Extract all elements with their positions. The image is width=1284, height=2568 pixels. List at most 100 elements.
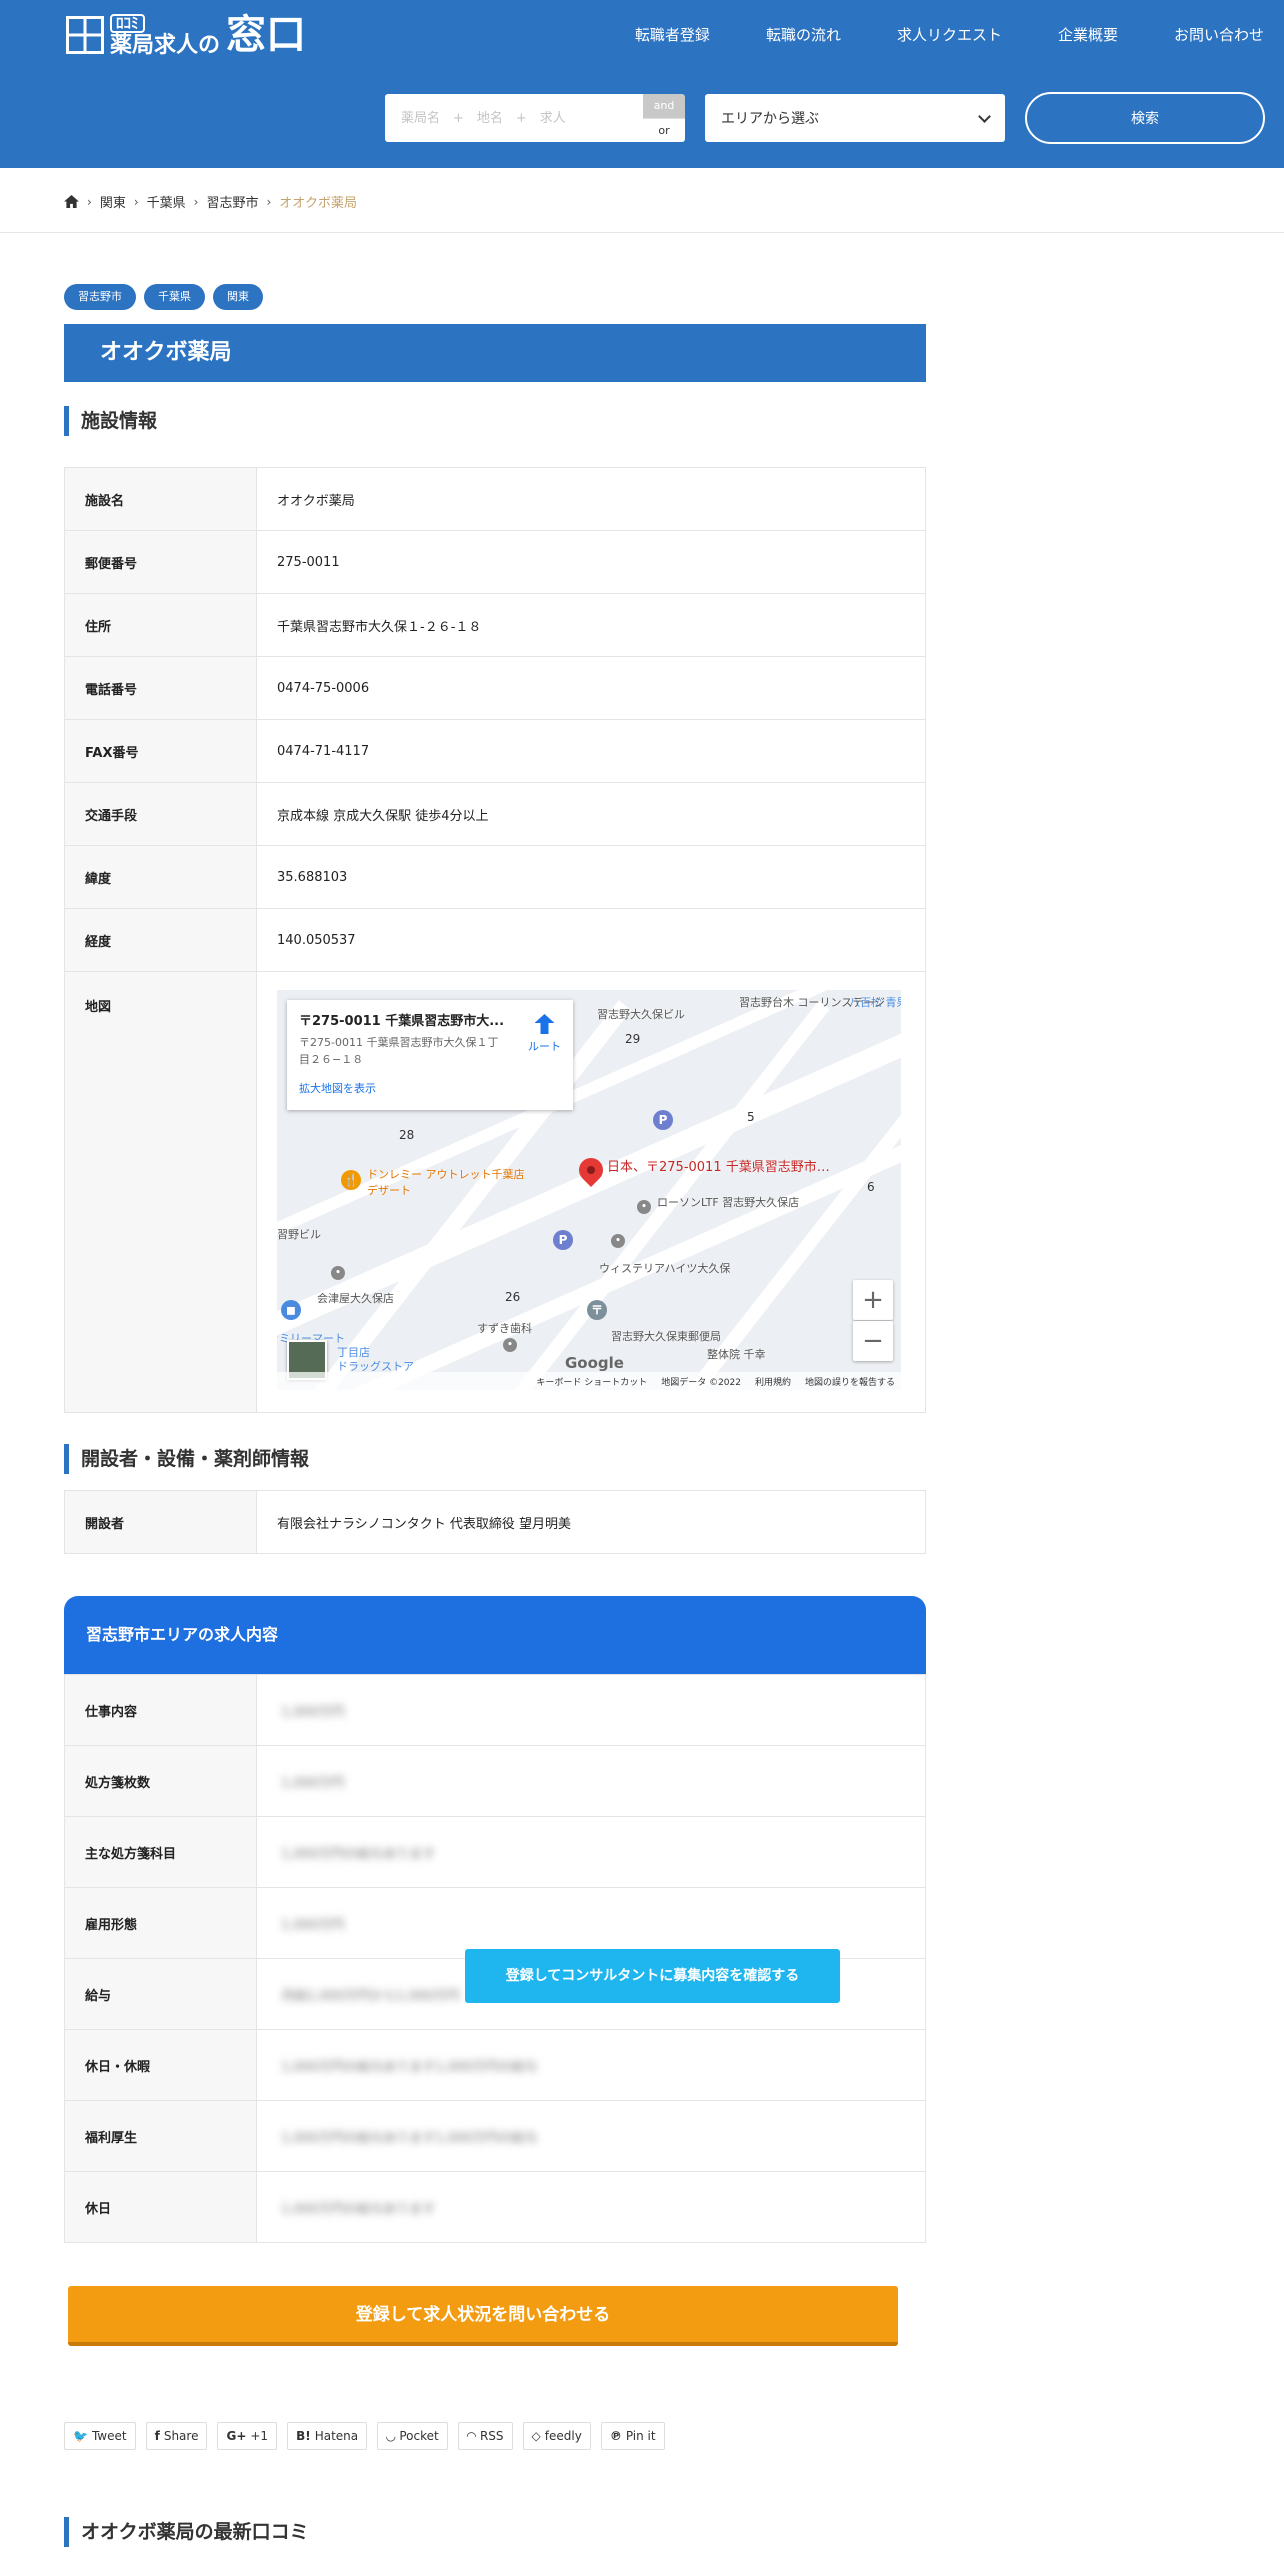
- map-label: ウィステリアハイツ大久保: [599, 1262, 731, 1275]
- row-label: 経度: [64, 908, 257, 972]
- page-title: オオクボ薬局: [64, 324, 926, 382]
- google-plus-button[interactable]: G+ +1: [217, 2422, 278, 2450]
- nav-contact[interactable]: お問い合わせ: [1174, 24, 1264, 45]
- map-label: 整体院 千幸: [707, 1348, 766, 1361]
- blurred-value: 1,000万円の給与あります1,000万円の給与: [281, 2059, 538, 2075]
- map-label: ローソンLTF 習志野大久保店: [657, 1196, 800, 1209]
- inquiry-register-button[interactable]: 登録して求人状況を問い合わせる: [68, 2286, 898, 2346]
- map-label: ドンレミー アウトレット千葉店: [367, 1168, 525, 1181]
- convenience-store-icon[interactable]: ◼: [281, 1300, 301, 1320]
- tag-kanto[interactable]: 関東: [213, 284, 263, 310]
- job-section-heading: 習志野市エリアの求人内容: [64, 1596, 926, 1674]
- tag-narashino[interactable]: 習志野市: [64, 284, 136, 310]
- directions-icon: [534, 1014, 555, 1034]
- row-label: 開設者: [64, 1490, 257, 1554]
- nav-request[interactable]: 求人リクエスト: [897, 24, 1002, 45]
- blurred-value: 1,000万円: [281, 1704, 345, 1720]
- breadcrumb: › 関東 › 千葉県 › 習志野市 › オオクボ薬局: [64, 192, 357, 211]
- dentist-poi-icon[interactable]: •: [503, 1338, 517, 1352]
- tag-chiba[interactable]: 千葉県: [144, 284, 205, 310]
- map-label: デザート: [367, 1184, 411, 1197]
- rss-icon: ◠: [466, 2429, 476, 2443]
- map-label: 習志野大久保東郵便局: [611, 1330, 721, 1343]
- search-button[interactable]: 検索: [1025, 92, 1265, 144]
- table-row: 緯度 35.688103: [64, 845, 926, 909]
- row-value: 0474-75-0006: [256, 656, 926, 720]
- hatena-button[interactable]: B! Hatena: [287, 2422, 368, 2450]
- breadcrumb-narashino[interactable]: 習志野市: [206, 192, 258, 211]
- tweet-button[interactable]: 🐦 Tweet: [64, 2422, 136, 2450]
- consult-register-button[interactable]: 登録してコンサルタントに募集内容を確認する: [465, 1949, 840, 2003]
- site-logo[interactable]: ﾛｺﾐ 薬局求人の 窓口: [66, 12, 306, 58]
- table-row: 仕事内容 1,000万円: [64, 1674, 926, 1746]
- row-label: 郵便番号: [64, 530, 257, 594]
- nav-register[interactable]: 転職者登録: [635, 24, 710, 45]
- chevron-right-icon: ›: [193, 194, 199, 209]
- logo-big-text: 窓口: [226, 12, 307, 58]
- map-card-title: 〒275-0011 千葉県習志野市大...: [299, 1014, 505, 1029]
- nav-flow[interactable]: 転職の流れ: [766, 24, 841, 45]
- tag-list: 習志野市 千葉県 関東: [64, 284, 271, 310]
- row-label: 福利厚生: [64, 2100, 257, 2172]
- keyboard-shortcuts-link[interactable]: キーボード ショートカット: [536, 1375, 647, 1388]
- pocket-button[interactable]: ◡ Pocket: [377, 2422, 448, 2450]
- terms-link[interactable]: 利用規約: [755, 1375, 791, 1388]
- building-poi-icon[interactable]: •: [611, 1234, 625, 1248]
- google-plus-icon: G+: [226, 2429, 247, 2443]
- shop-poi-icon[interactable]: •: [331, 1266, 345, 1280]
- or-option[interactable]: or: [643, 118, 685, 142]
- chevron-right-icon: ›: [133, 194, 139, 209]
- map-label: 習志野台木 コーリンステージ: [739, 996, 886, 1009]
- table-row: FAX番号 0474-71-4117: [64, 719, 926, 783]
- zoom-out-button[interactable]: −: [853, 1321, 893, 1361]
- map-block-number: 28: [399, 1128, 415, 1142]
- store-poi-icon[interactable]: •: [637, 1200, 651, 1214]
- google-map[interactable]: 29 28 5 6 26 🍴 ドンレミー アウトレット千葉店 デザート P P …: [277, 990, 901, 1390]
- view-larger-map-link[interactable]: 拡大地図を表示: [299, 1080, 561, 1096]
- map-label: すずき歯科: [477, 1322, 532, 1335]
- table-row: 経度 140.050537: [64, 908, 926, 972]
- search-input[interactable]: [385, 94, 643, 142]
- row-label: 地図: [64, 971, 257, 1413]
- route-button[interactable]: ルート: [528, 1014, 561, 1054]
- home-icon[interactable]: [64, 195, 79, 208]
- pinterest-button[interactable]: ℗ Pin it: [600, 2422, 665, 2450]
- area-select[interactable]: エリアから選ぶ: [705, 94, 1005, 142]
- feedly-button[interactable]: ◇ feedly: [522, 2422, 591, 2450]
- and-or-toggle: and or: [643, 94, 685, 142]
- row-value: 京成本線 京成大久保駅 徒歩4分以上: [256, 782, 926, 846]
- table-row: 福利厚生 1,000万円の給与あります1,000万円の給与: [64, 2100, 926, 2172]
- breadcrumb-kanto[interactable]: 関東: [100, 192, 126, 211]
- area-select-label: エリアから選ぶ: [721, 111, 819, 127]
- row-value: 有限会社ナラシノコンタクト 代表取締役 望月明美: [256, 1490, 926, 1554]
- logo-mark-icon: [66, 16, 104, 54]
- blurred-value: 1,000万円: [281, 1775, 345, 1791]
- row-label: 緯度: [64, 845, 257, 909]
- row-label: 交通手段: [64, 782, 257, 846]
- blurred-value: 1,000万円の給与あります1,000万円の給与: [281, 2130, 538, 2146]
- blurred-value: 1,000万円の給与あります: [281, 2201, 436, 2217]
- facebook-share-button[interactable]: f Share: [145, 2422, 208, 2450]
- pocket-icon: ◡: [386, 2429, 396, 2443]
- pin-label: 日本、〒275-0011 千葉県習志野市…: [607, 1160, 830, 1175]
- restaurant-poi-icon[interactable]: 🍴: [341, 1170, 361, 1190]
- parking-icon[interactable]: P: [553, 1230, 573, 1250]
- nav-company[interactable]: 企業概要: [1058, 24, 1118, 45]
- rss-button[interactable]: ◠ RSS: [457, 2422, 513, 2450]
- report-error-link[interactable]: 地図の誤りを報告する: [805, 1375, 895, 1388]
- row-value: オオクボ薬局: [256, 467, 926, 531]
- map-label: 習志野大久保ビル: [597, 1008, 685, 1021]
- zoom-in-button[interactable]: +: [853, 1280, 893, 1320]
- route-label: ルート: [528, 1040, 561, 1053]
- row-label: 住所: [64, 593, 257, 657]
- row-value: 35.688103: [256, 845, 926, 909]
- row-label: 仕事内容: [64, 1674, 257, 1746]
- and-option[interactable]: and: [643, 94, 685, 118]
- row-label: 施設名: [64, 467, 257, 531]
- row-label: 給与: [64, 1958, 257, 2030]
- map-data-credit: 地図データ ©2022: [661, 1377, 741, 1388]
- parking-icon[interactable]: P: [653, 1110, 673, 1130]
- post-office-icon[interactable]: 〒: [587, 1300, 607, 1320]
- row-label: 電話番号: [64, 656, 257, 720]
- breadcrumb-chiba[interactable]: 千葉県: [147, 192, 186, 211]
